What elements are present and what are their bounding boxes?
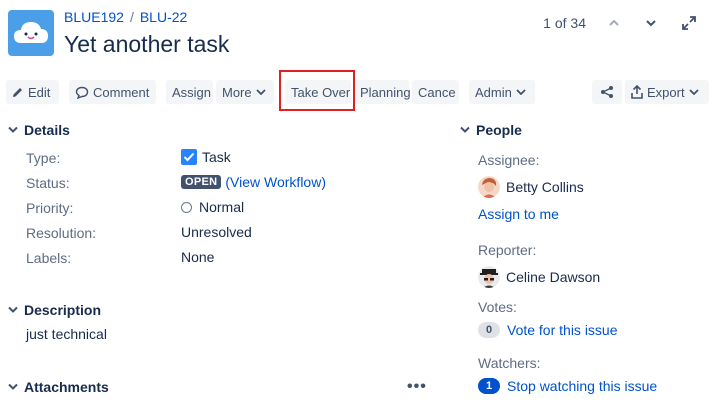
expand-icon (682, 16, 696, 30)
watchers-row: 1 Stop watching this issue (478, 378, 657, 394)
details-section-toggle[interactable]: Details (8, 122, 70, 138)
vote-link[interactable]: Vote for this issue (507, 322, 618, 338)
comment-icon (75, 86, 89, 99)
export-label: Export (647, 84, 685, 100)
labels-value: None (181, 249, 215, 265)
share-icon (601, 86, 613, 98)
planning-label: Planning (360, 84, 411, 100)
chevron-down-icon (8, 383, 18, 390)
resolution-label: Resolution: (26, 225, 97, 241)
breadcrumb-separator: / (129, 9, 134, 25)
votes-count-badge: 0 (478, 322, 500, 338)
type-value: Task (181, 149, 231, 165)
comment-button[interactable]: Comment (69, 80, 156, 104)
assign-to-me-link[interactable]: Assign to me (478, 206, 559, 222)
more-button[interactable]: More (216, 80, 274, 104)
reporter-avatar (478, 266, 500, 288)
votes-row: 0 Vote for this issue (478, 322, 618, 338)
status-label: Status: (26, 175, 70, 191)
admin-button[interactable]: Admin (469, 80, 535, 104)
assign-label: Assign (172, 84, 212, 100)
chevron-down-icon (460, 126, 470, 133)
description-text: just technical (26, 326, 107, 342)
planning-button[interactable]: Planning (354, 80, 411, 104)
details-heading: Details (24, 122, 70, 138)
attachments-heading: Attachments (24, 379, 109, 395)
assignee-user[interactable]: Betty Collins (478, 176, 584, 198)
priority-icon (181, 201, 192, 213)
assignee-name: Betty Collins (506, 179, 584, 195)
pencil-icon (13, 88, 22, 97)
chevron-down-icon (646, 20, 656, 27)
cloud-icon (14, 22, 48, 43)
attachments-menu-icon[interactable]: ••• (407, 378, 427, 396)
type-text: Task (202, 149, 231, 165)
status-lozenge: OPEN (181, 175, 222, 189)
people-heading: People (476, 122, 522, 138)
assignee-label: Assignee: (478, 152, 540, 168)
description-section-toggle[interactable]: Description (8, 302, 101, 318)
chevron-down-icon (688, 89, 699, 95)
attachments-section-toggle[interactable]: Attachments (8, 379, 109, 395)
chevron-down-icon (8, 306, 18, 313)
issue-toolbar: Edit Comment Assign More Take Over Plann… (0, 80, 715, 106)
resolution-value: Unresolved (181, 224, 252, 240)
priority-value: Normal (181, 199, 244, 215)
more-label: More (222, 84, 252, 100)
issue-title: Yet another task (64, 31, 230, 57)
cancel-button[interactable]: Cance (412, 80, 459, 104)
cancel-label: Cance (418, 84, 456, 100)
assign-button[interactable]: Assign (166, 80, 213, 104)
share-button[interactable] (592, 80, 622, 104)
status-value: OPEN (View Workflow) (181, 174, 326, 190)
priority-label: Priority: (26, 200, 74, 216)
project-avatar[interactable] (8, 10, 54, 56)
highlight-annotation (279, 70, 355, 111)
export-icon (631, 85, 643, 99)
watchers-count-badge: 1 (478, 378, 500, 394)
assignee-avatar (478, 176, 500, 198)
reporter-label: Reporter: (478, 242, 537, 258)
admin-label: Admin (475, 84, 512, 100)
edit-button[interactable]: Edit (6, 80, 59, 104)
view-workflow-link[interactable]: (View Workflow) (225, 174, 326, 190)
watchers-label: Watchers: (478, 355, 541, 371)
priority-text: Normal (199, 199, 245, 215)
expand-button[interactable] (678, 12, 700, 34)
pager-position: 1 of 34 (543, 15, 586, 31)
breadcrumb-project[interactable]: BLUE192 (64, 9, 124, 25)
reporter-name: Celine Dawson (506, 269, 601, 285)
export-button[interactable]: Export (625, 80, 709, 104)
chevron-down-icon (255, 89, 266, 95)
breadcrumb: BLUE192 / BLU-22 (64, 9, 187, 25)
task-type-icon (181, 149, 197, 165)
chevron-down-icon (516, 89, 526, 95)
breadcrumb-issue-key[interactable]: BLU-22 (140, 9, 187, 25)
edit-label: Edit (28, 84, 51, 100)
description-heading: Description (24, 302, 102, 318)
votes-label: Votes: (478, 299, 517, 315)
reporter-user[interactable]: Celine Dawson (478, 266, 600, 288)
comment-label: Comment (93, 84, 150, 100)
chevron-down-icon (8, 126, 18, 133)
labels-label: Labels: (26, 250, 72, 266)
next-issue-button[interactable] (640, 12, 662, 34)
previous-issue-button[interactable] (603, 12, 625, 34)
stop-watching-link[interactable]: Stop watching this issue (507, 378, 657, 394)
type-label: Type: (26, 150, 61, 166)
chevron-up-icon (609, 19, 619, 26)
people-section-toggle[interactable]: People (460, 122, 522, 138)
